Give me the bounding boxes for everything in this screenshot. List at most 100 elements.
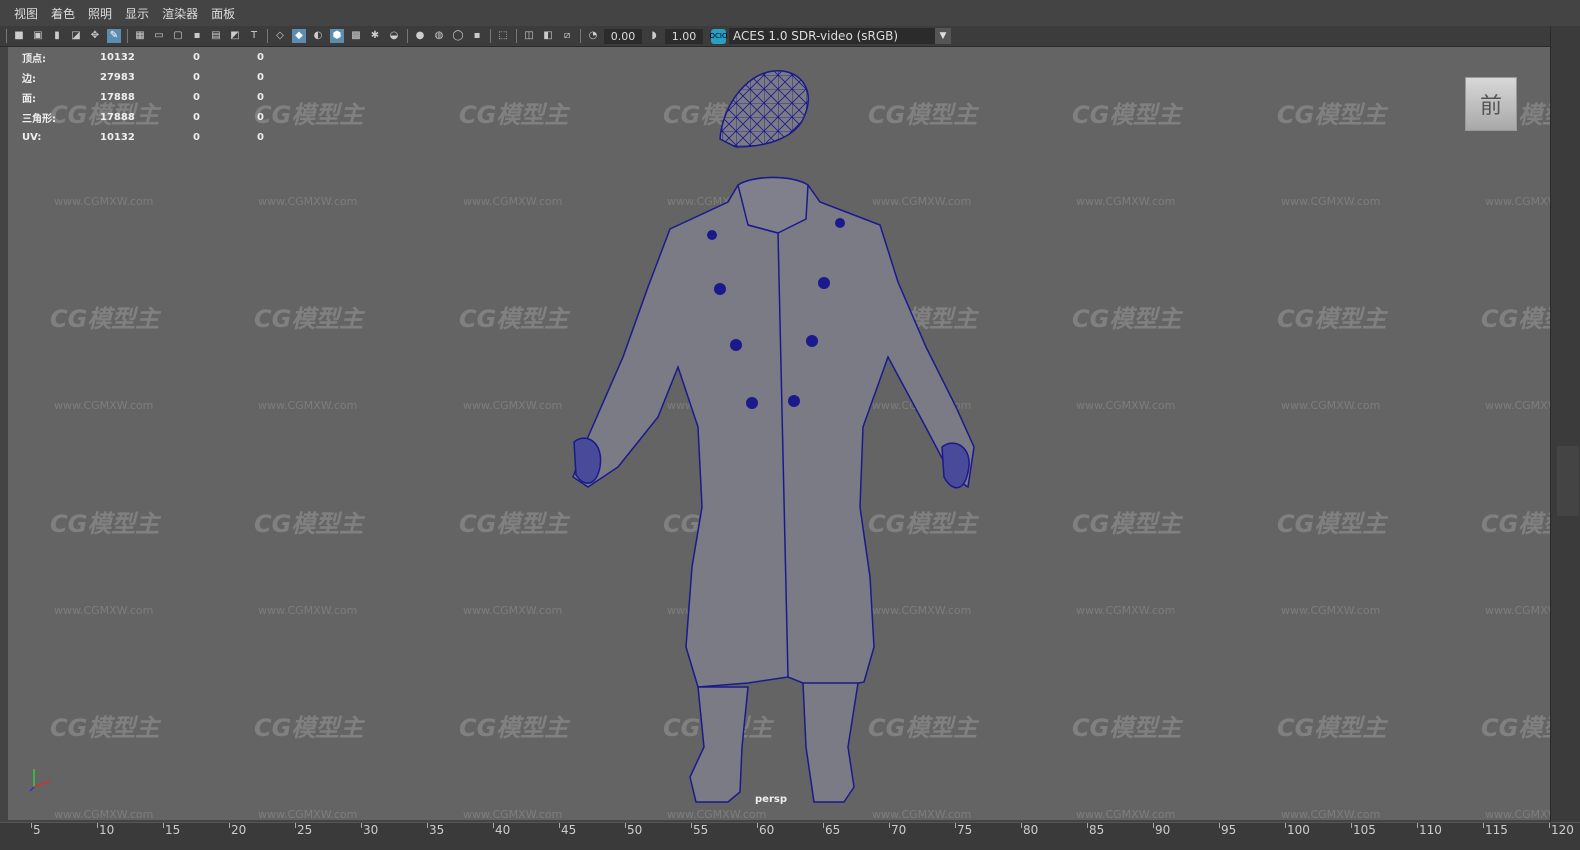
safe-action-icon[interactable]: ◩ xyxy=(228,29,242,43)
timeline-tick xyxy=(1417,823,1418,828)
menu-bar: 视图 着色 照明 显示 渲染器 面板 xyxy=(0,0,1580,26)
timeline-frame-number: 25 xyxy=(297,823,313,837)
depth-of-field-icon[interactable]: ▪ xyxy=(470,29,484,43)
chevron-down-icon[interactable]: ▼ xyxy=(935,28,951,44)
hud-row: 面: 17888 0 0 xyxy=(22,87,264,107)
model-wireframe[interactable] xyxy=(8,47,1550,820)
gamma-icon[interactable]: ◗ xyxy=(647,29,661,43)
colorspace-label: ACES 1.0 SDR-video (sRGB) xyxy=(733,29,899,43)
panel-tab[interactable] xyxy=(1557,446,1579,516)
xray-icon[interactable]: ◫ xyxy=(522,29,536,43)
use-lights-icon[interactable]: ✱ xyxy=(368,29,382,43)
smooth-shade-icon[interactable]: ◆ xyxy=(292,29,306,43)
grease-pencil-icon[interactable]: ✎ xyxy=(107,29,121,43)
image-plane-icon[interactable]: ◪ xyxy=(69,29,83,43)
2d-pan-icon[interactable]: ✥ xyxy=(88,29,102,43)
hud-value: 0 xyxy=(257,91,264,103)
helmet[interactable] xyxy=(719,70,809,148)
hud-value: 0 xyxy=(193,71,200,83)
right-side-panel xyxy=(1550,26,1580,823)
toolbar-separator xyxy=(580,29,581,43)
textured-icon[interactable]: ▩ xyxy=(349,29,363,43)
timeline-tick xyxy=(625,823,626,828)
resolution-gate-icon[interactable]: ▢ xyxy=(171,29,185,43)
hud-value: 0 xyxy=(257,71,264,83)
timeline-frame-number: 45 xyxy=(561,823,577,837)
hud-value: 0 xyxy=(257,51,264,63)
gate-mask-icon[interactable]: ▪ xyxy=(190,29,204,43)
timeline-tick xyxy=(1219,823,1220,828)
xray-active-icon[interactable]: ◧ xyxy=(541,29,555,43)
field-chart-icon[interactable]: ▤ xyxy=(209,29,223,43)
hud-value: 17888 xyxy=(100,111,135,123)
timeline-frame-number: 65 xyxy=(825,823,841,837)
timeline-tick xyxy=(1285,823,1286,828)
bookmark-icon[interactable]: ▮ xyxy=(50,29,64,43)
hud-label: 面: xyxy=(22,93,36,105)
menu-panels[interactable]: 面板 xyxy=(211,5,235,22)
timeline-frame-number: 80 xyxy=(1023,823,1039,837)
timeline-tick xyxy=(163,823,164,828)
timeline-tick xyxy=(229,823,230,828)
hud-label: 顶点: xyxy=(22,53,46,65)
menu-show[interactable]: 显示 xyxy=(125,5,149,22)
timeline-tick xyxy=(361,823,362,828)
timeline-frame-number: 50 xyxy=(627,823,643,837)
anti-alias-icon[interactable]: ◯ xyxy=(451,29,465,43)
timeline-frame-number: 30 xyxy=(363,823,379,837)
timeline-frame-number: 75 xyxy=(957,823,973,837)
safe-title-icon[interactable]: T xyxy=(247,29,261,43)
colorspace-dropdown[interactable]: ACES 1.0 SDR-video (sRGB) ▼ xyxy=(729,28,951,44)
axis-gizmo-icon xyxy=(29,769,51,792)
motion-blur-icon[interactable]: ◍ xyxy=(432,29,446,43)
camera-icon[interactable]: ■ xyxy=(12,29,26,43)
wireframe-on-shaded-icon[interactable]: ⬢ xyxy=(330,29,344,43)
grid-icon[interactable]: ▦ xyxy=(133,29,147,43)
toolbar-separator xyxy=(127,29,128,43)
menu-view[interactable]: 视图 xyxy=(14,5,38,22)
toolbar-separator xyxy=(490,29,491,43)
menu-renderer[interactable]: 渲染器 xyxy=(162,5,198,22)
menu-lighting[interactable]: 照明 xyxy=(88,5,112,22)
viewcube[interactable]: 前 xyxy=(1465,77,1517,131)
3d-viewport[interactable]: CG模型主 www.CGMXW.com CG模型主 www.CGMXW.com CG模型… xyxy=(8,47,1550,820)
camera-label: persp xyxy=(755,794,787,805)
menu-shading[interactable]: 着色 xyxy=(51,5,75,22)
exposure-field[interactable]: 0.00 xyxy=(604,28,642,44)
timeline-tick xyxy=(1153,823,1154,828)
gamma-field[interactable]: 1.00 xyxy=(665,28,703,44)
xray-joints-icon[interactable]: ⧄ xyxy=(560,29,574,43)
hud-value: 10132 xyxy=(100,131,135,143)
exposure-icon[interactable]: ◔ xyxy=(586,29,600,43)
timeline-tick xyxy=(955,823,956,828)
timeline-frame-number: 15 xyxy=(165,823,181,837)
wireframe-icon[interactable]: ◇ xyxy=(273,29,287,43)
timeline-tick xyxy=(295,823,296,828)
timeline-tick xyxy=(757,823,758,828)
poly-count-hud: 顶点: 10132 0 0 边: 27983 0 0 面: 17888 0 0 … xyxy=(22,47,264,147)
hud-value: 0 xyxy=(193,131,200,143)
timeline-frame-number: 95 xyxy=(1221,823,1237,837)
default-material-icon[interactable]: ◐ xyxy=(311,29,325,43)
timeline-frame-number: 120 xyxy=(1551,823,1574,837)
timeline-tick xyxy=(427,823,428,828)
toolbar-separator xyxy=(267,29,268,43)
timeline-frame-number: 20 xyxy=(231,823,247,837)
time-slider[interactable]: 5 10 15 20 25 30 35 40 45 50 55 60 65 70 75 80 85 90 95 100… xyxy=(0,822,1580,850)
screen-space-ao-icon[interactable]: ● xyxy=(413,29,427,43)
hud-row: 顶点: 10132 0 0 xyxy=(22,47,264,67)
isolate-select-icon[interactable]: ⬚ xyxy=(496,29,510,43)
timeline-frame-number: 55 xyxy=(693,823,709,837)
shadows-icon[interactable]: ◒ xyxy=(387,29,401,43)
timeline-tick xyxy=(1351,823,1352,828)
hud-row: UV: 10132 0 0 xyxy=(22,127,264,147)
timeline-tick xyxy=(691,823,692,828)
timeline-tick xyxy=(823,823,824,828)
toolbar-separator xyxy=(516,29,517,43)
hud-row: 边: 27983 0 0 xyxy=(22,67,264,87)
boots[interactable] xyxy=(689,682,859,803)
camera-attr-icon[interactable]: ▣ xyxy=(31,29,45,43)
coat[interactable] xyxy=(572,176,975,688)
film-gate-icon[interactable]: ▭ xyxy=(152,29,166,43)
color-management-icon[interactable]: OCIO xyxy=(710,28,728,44)
